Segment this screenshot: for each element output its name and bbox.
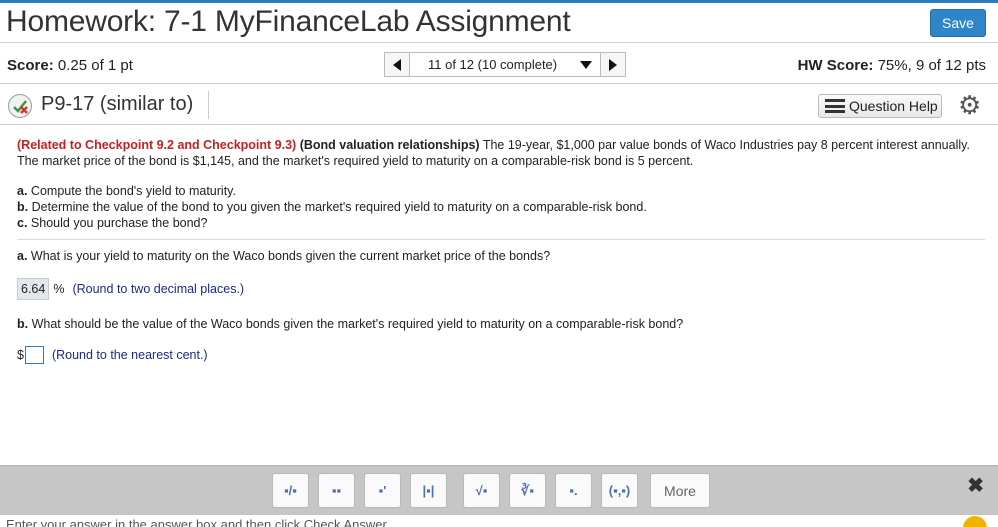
question-id: P9-17 (similar to) <box>41 93 194 115</box>
score-bar: Score: 0.25 of 1 pt 11 of 12 (10 complet… <box>0 44 998 84</box>
partial-credit-icon <box>8 94 32 118</box>
next-question-button[interactable] <box>600 52 626 77</box>
divider <box>208 91 209 119</box>
title-bar: Homework: 7-1 MyFinanceLab Assignment Sa… <box>0 3 998 43</box>
question-header: P9-17 (similar to) Question Help ⚙ <box>0 85 998 125</box>
arrow-left-icon <box>393 58 401 71</box>
more-tools-button[interactable]: More <box>650 473 710 508</box>
task-item: b. Determine the value of the bond to yo… <box>17 200 647 214</box>
mixed-number-tool-button[interactable]: ▪▪ <box>318 473 355 508</box>
problem-topic: (Bond valuation relationships) <box>299 138 480 152</box>
dropdown-arrow-icon <box>580 60 592 69</box>
currency-prefix: $ <box>17 348 24 362</box>
instruction-text: Enter your answer in the answer box and … <box>6 517 390 527</box>
answer-row-a: 6.64 % (Round to two decimal places.) <box>17 278 987 300</box>
math-toolbar: ▪/▪ ▪▪ ▪' |▪| √▪ ∛▪ ▪. (▪,▪) More ✖ <box>0 465 998 515</box>
score-value: 0.25 of 1 pt <box>57 57 133 74</box>
fraction-tool-button[interactable]: ▪/▪ <box>272 473 309 508</box>
arrow-right-icon <box>609 58 617 71</box>
question-part-a: a. What is your yield to maturity on the… <box>17 249 551 263</box>
answer-input-b[interactable] <box>24 346 44 364</box>
score-label: Score: <box>7 57 54 74</box>
question-select[interactable]: 11 of 12 (10 complete) <box>410 52 600 77</box>
rounding-hint-b: (Round to the nearest cent.) <box>51 348 208 362</box>
task-item: a. Compute the bond's yield to maturity. <box>17 184 236 198</box>
help-icon[interactable] <box>963 516 987 527</box>
ordered-pair-tool-button[interactable]: (▪,▪) <box>601 473 638 508</box>
question-position: 11 of 12 (10 complete) <box>428 57 558 72</box>
save-button[interactable]: Save <box>930 9 986 37</box>
question-part-b: b. What should be the value of the Waco … <box>17 317 684 331</box>
nth-root-tool-button[interactable]: ∛▪ <box>509 473 546 508</box>
related-checkpoints: (Related to Checkpoint 9.2 and Checkpoin… <box>17 138 297 152</box>
question-score: Score: 0.25 of 1 pt <box>7 57 133 74</box>
absolute-value-tool-button[interactable]: |▪| <box>410 473 447 508</box>
answer-unit: % <box>53 282 65 296</box>
decimal-tool-button[interactable]: ▪. <box>555 473 592 508</box>
answer-row-b: $ (Round to the nearest cent.) <box>17 346 987 364</box>
rounding-hint-a: (Round to two decimal places.) <box>72 282 245 296</box>
gear-icon[interactable]: ⚙ <box>958 90 981 120</box>
question-content: (Related to Checkpoint 9.2 and Checkpoin… <box>17 137 987 380</box>
list-icon <box>825 99 845 113</box>
previous-question-button[interactable] <box>384 52 410 77</box>
question-help-label: Question Help <box>849 98 938 114</box>
divider <box>17 239 985 240</box>
square-root-tool-button[interactable]: √▪ <box>463 473 500 508</box>
hw-score: HW Score: 75%, 9 of 12 pts <box>798 57 986 74</box>
exponent-tool-button[interactable]: ▪' <box>364 473 401 508</box>
close-icon[interactable]: ✖ <box>967 473 984 498</box>
task-list: a. Compute the bond's yield to maturity.… <box>17 183 987 231</box>
question-navigator: 11 of 12 (10 complete) <box>384 52 626 77</box>
page-title: Homework: 7-1 MyFinanceLab Assignment <box>6 5 571 38</box>
problem-statement: (Related to Checkpoint 9.2 and Checkpoin… <box>17 137 987 169</box>
answer-field-a[interactable]: 6.64 <box>17 278 50 300</box>
question-help-button[interactable]: Question Help <box>818 94 942 118</box>
task-item: c. Should you purchase the bond? <box>17 216 208 230</box>
hw-score-label: HW Score: <box>797 57 874 74</box>
hw-score-value: 75%, 9 of 12 pts <box>877 57 986 74</box>
